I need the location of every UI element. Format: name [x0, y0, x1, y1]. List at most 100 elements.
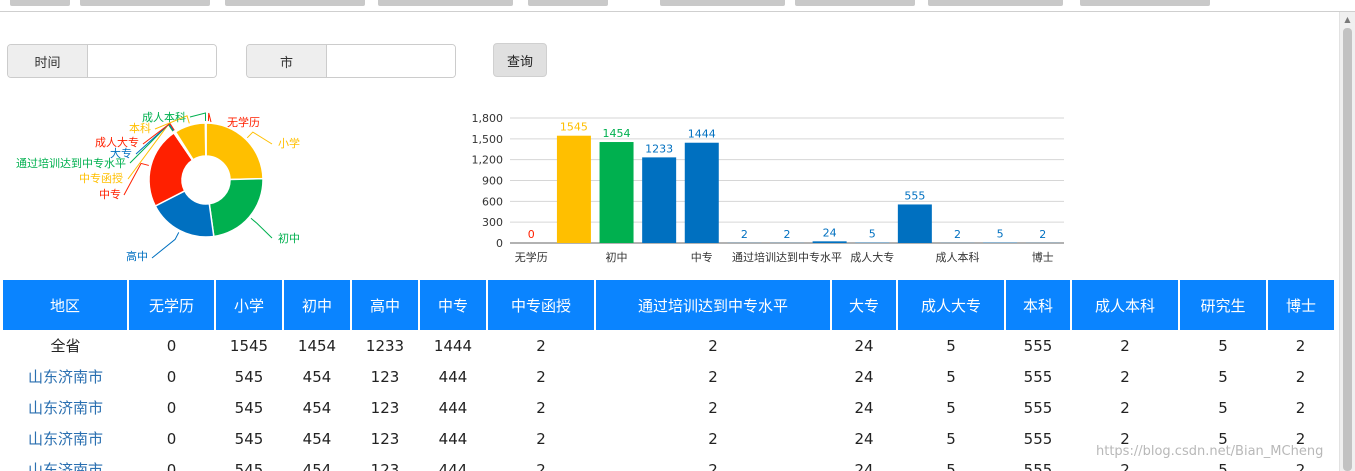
education-bar-chart: 0 300 600 900 1,200 1,500 1,800 0 1545 1454 1233 14…: [472, 112, 1064, 264]
column-header: 中专: [419, 280, 488, 330]
table-cell: 5: [946, 336, 956, 355]
pie-label: 小学: [278, 136, 300, 150]
bar[interactable]: [897, 204, 932, 243]
bar-value-label: 2: [741, 228, 748, 241]
table-cell: 545: [234, 460, 264, 471]
table-cell: 0: [166, 460, 177, 471]
table-cell: 555: [1023, 460, 1053, 471]
bar-value-label: 1233: [645, 142, 673, 155]
table-cell: 0: [166, 336, 177, 355]
table-cell: 2: [536, 336, 546, 355]
table-cell: 123: [370, 367, 400, 386]
bookmark-item[interactable]: [378, 0, 513, 6]
table-cell: 5: [946, 398, 956, 417]
x-tick-label: 成人本科: [935, 250, 979, 264]
pie-label: 中专函授: [79, 171, 123, 185]
bookmark-item[interactable]: [10, 0, 70, 6]
bar[interactable]: [812, 241, 847, 243]
table-cell: 24: [854, 398, 874, 417]
education-table: 地区 无学历 小学 初中 高中 中专 中专函授 通过培训达到中专水平 大专 成人大专 本科 成人本科研…: [3, 280, 1334, 471]
bookmark-item[interactable]: [928, 0, 1063, 6]
table-row: 山东济南市 0 545 454 123 444 2 2 24 5 555 2 5 2: [3, 361, 1334, 392]
region-link[interactable]: 山东济南市: [3, 454, 128, 471]
table-cell: 444: [438, 429, 468, 448]
pie-label: 初中: [278, 231, 300, 245]
table-cell: 1233: [365, 336, 405, 355]
table-cell: 123: [370, 460, 400, 471]
city-label: 市: [247, 45, 327, 77]
table-cell: 454: [302, 367, 332, 386]
column-header: 通过培训达到中专水平: [595, 280, 832, 330]
x-tick-label: 通过培训达到中专水平: [732, 250, 842, 264]
column-header: 初中: [283, 280, 352, 330]
bar[interactable]: [684, 142, 719, 243]
pie-slice[interactable]: [205, 122, 264, 181]
bookmark-item[interactable]: [660, 0, 785, 6]
pie-leader-line: [246, 131, 273, 145]
table-cell: 2: [708, 460, 718, 471]
table-header-row: 地区 无学历 小学 初中 高中 中专 中专函授 通过培训达到中专水平 大专 成人大专 本科 成人本科研…: [3, 280, 1334, 330]
table-cell: 24: [854, 367, 874, 386]
y-tick-label: 1,800: [472, 112, 504, 125]
table-cell: 2: [708, 336, 718, 355]
vertical-scrollbar[interactable]: ▲: [1339, 12, 1355, 471]
query-button[interactable]: 查询: [493, 43, 547, 77]
region-link[interactable]: 山东济南市: [3, 392, 128, 423]
table-cell: 2: [708, 429, 718, 448]
table-cell: 5: [1218, 367, 1228, 386]
city-input[interactable]: [327, 45, 455, 77]
bar[interactable]: [642, 157, 677, 243]
scrollbar-thumb[interactable]: [1343, 28, 1352, 471]
table-cell: 1545: [229, 336, 269, 355]
table-cell: 0: [166, 429, 177, 448]
bar-value-label: 2: [1039, 228, 1046, 241]
column-header: 大专: [831, 280, 898, 330]
column-header: 成人大专: [897, 280, 1006, 330]
table-cell: 2: [1120, 367, 1130, 386]
region-link[interactable]: 山东济南市: [3, 361, 128, 392]
bookmark-item[interactable]: [528, 0, 608, 6]
table-cell: 24: [854, 460, 874, 471]
column-header: 中专函授: [487, 280, 596, 330]
bar-value-label: 24: [823, 226, 837, 239]
table-cell: 2: [1120, 398, 1130, 417]
time-input[interactable]: [88, 45, 216, 77]
bookmark-item[interactable]: [1080, 0, 1210, 6]
table-row: 山东济南市 0 545 454 123 444 2 2 24 5 555 2 5 2: [3, 392, 1334, 423]
table-cell: 555: [1023, 367, 1053, 386]
table-cell: 454: [302, 460, 332, 471]
y-tick-label: 1,500: [472, 133, 504, 146]
table-cell: 2: [536, 398, 546, 417]
bookmark-item[interactable]: [80, 0, 210, 6]
table-cell: 454: [302, 398, 332, 417]
table-cell: 545: [234, 367, 264, 386]
table-cell: 545: [234, 398, 264, 417]
bookmark-item[interactable]: [225, 0, 365, 6]
table-cell: 2: [1295, 398, 1306, 417]
bookmark-item[interactable]: [795, 0, 915, 6]
time-filter: 时间: [7, 44, 217, 78]
table-cell: 2: [1295, 336, 1306, 355]
scroll-up-arrow-icon[interactable]: ▲: [1340, 12, 1355, 26]
table-cell: 555: [1023, 398, 1053, 417]
table-cell: 2: [708, 367, 718, 386]
table-cell: 444: [438, 398, 468, 417]
bar[interactable]: [556, 135, 591, 243]
y-tick-label: 1,200: [472, 154, 504, 167]
table-cell: 444: [438, 367, 468, 386]
pie-label: 中专: [99, 187, 121, 201]
table-cell: 5: [1218, 398, 1228, 417]
pie-leader-line: [189, 112, 207, 122]
pie-slice[interactable]: [208, 177, 264, 238]
table-cell: 0: [166, 367, 177, 386]
y-tick-label: 0: [496, 237, 503, 250]
pie-label: 高中: [126, 249, 148, 263]
table-cell: 2: [708, 398, 718, 417]
bar[interactable]: [599, 142, 634, 243]
bar-value-label: 5: [997, 228, 1004, 241]
column-header: 小学: [215, 280, 284, 330]
region-link[interactable]: 山东济南市: [3, 423, 128, 454]
pie-leader-line: [250, 217, 273, 239]
pie-leader-line: [207, 112, 212, 123]
x-tick-label: 中专: [691, 250, 713, 264]
